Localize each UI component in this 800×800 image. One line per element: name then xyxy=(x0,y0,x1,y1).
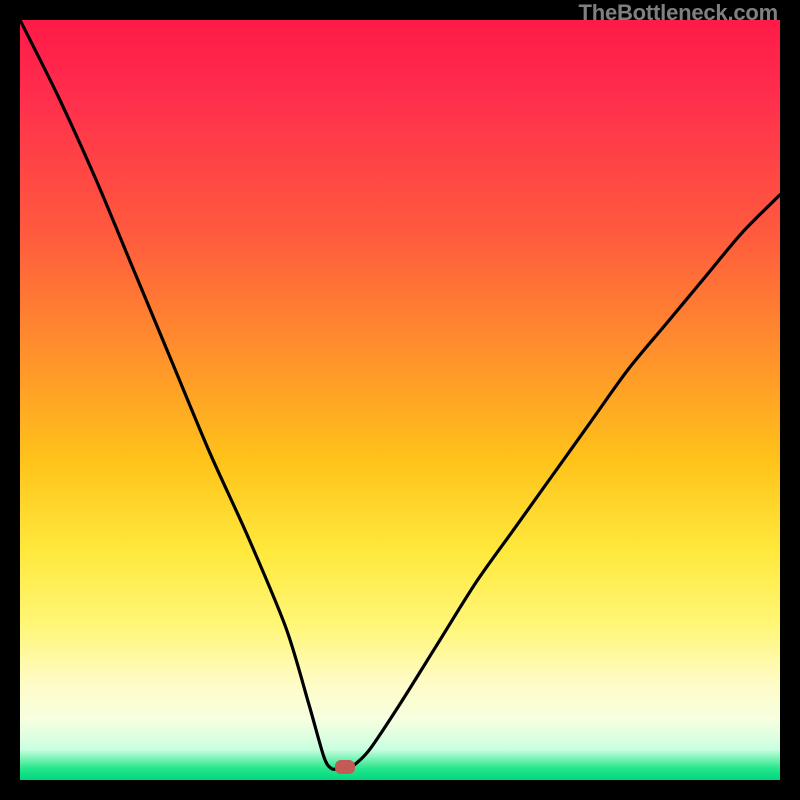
plot-area xyxy=(20,20,780,780)
bottleneck-curve xyxy=(20,20,780,780)
optimal-marker xyxy=(335,760,355,774)
chart-frame: TheBottleneck.com xyxy=(0,0,800,800)
